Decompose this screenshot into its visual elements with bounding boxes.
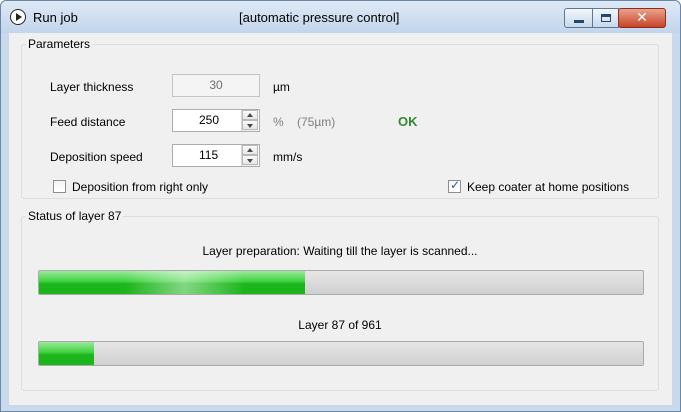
play-circle-icon	[10, 9, 26, 25]
deposition-speed-label: Deposition speed	[50, 150, 143, 164]
window-client-area: Parameters Layer thickness 30 µm Feed di…	[9, 33, 672, 405]
layer-thickness-field: 30	[172, 74, 260, 97]
status-group: Status of layer 87 Layer preparation: Wa…	[21, 209, 659, 391]
deposition-speed-field[interactable]: 115	[172, 144, 260, 167]
title-bar[interactable]: Run job [automatic pressure control] ✕	[1, 1, 680, 33]
feed-distance-value: 250	[199, 113, 220, 127]
feed-distance-spinner[interactable]	[241, 110, 258, 131]
layer-count-text: Layer 87 of 961	[298, 318, 382, 332]
minimize-icon	[574, 20, 584, 23]
spin-down-icon[interactable]	[242, 120, 258, 130]
feed-distance-unit: %	[273, 115, 284, 129]
keep-coater-home-label[interactable]: Keep coater at home positions	[467, 180, 629, 194]
deposition-right-only-label[interactable]: Deposition from right only	[72, 180, 208, 194]
maximize-icon	[601, 14, 611, 22]
parameters-group: Parameters Layer thickness 30 µm Feed di…	[21, 37, 659, 199]
layer-preparation-progress-bar	[38, 270, 644, 295]
status-group-label: Status of layer 87	[26, 209, 124, 223]
progress-shine	[124, 271, 245, 294]
status-message: Layer preparation: Waiting till the laye…	[202, 244, 478, 258]
minimize-button[interactable]	[564, 8, 593, 28]
job-progress-bar	[38, 341, 644, 366]
parameters-group-label: Parameters	[26, 37, 93, 51]
feed-distance-label: Feed distance	[50, 115, 126, 129]
deposition-right-only-checkbox[interactable]	[53, 180, 66, 193]
close-button[interactable]: ✕	[618, 8, 666, 28]
spin-up-icon[interactable]	[242, 110, 258, 120]
window-title: Run job	[33, 10, 78, 25]
layer-thickness-unit: µm	[273, 80, 290, 94]
spin-up-icon[interactable]	[242, 145, 258, 155]
close-icon: ✕	[636, 10, 648, 26]
window-subtitle: [automatic pressure control]	[239, 10, 400, 25]
progress-fill	[39, 342, 94, 365]
deposition-speed-value: 115	[199, 148, 219, 162]
feed-distance-status: OK	[398, 114, 418, 129]
maximize-button[interactable]	[592, 8, 619, 28]
run-job-window: Run job [automatic pressure control] ✕ P…	[0, 0, 681, 412]
spin-down-icon[interactable]	[242, 155, 258, 165]
feed-distance-note: (75µm)	[297, 115, 336, 129]
deposition-speed-spinner[interactable]	[241, 145, 258, 166]
feed-distance-field[interactable]: 250	[172, 109, 260, 132]
deposition-speed-unit: mm/s	[273, 150, 303, 164]
keep-coater-home-checkbox[interactable]	[448, 178, 461, 193]
layer-thickness-label: Layer thickness	[50, 80, 134, 94]
